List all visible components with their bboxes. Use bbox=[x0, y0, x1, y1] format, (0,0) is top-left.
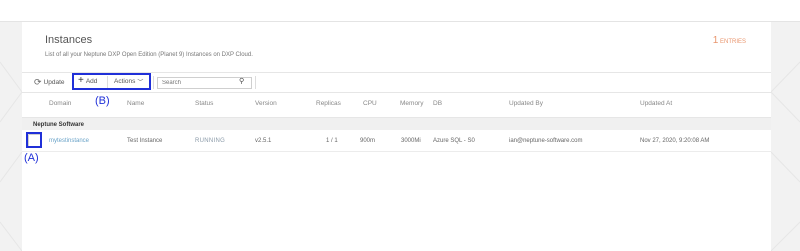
cell-updated-at: Nov 27, 2020, 9:20:08 AM bbox=[640, 138, 710, 144]
page-title: Instances bbox=[45, 34, 93, 46]
cell-updated-by: ian@neptune-software.com bbox=[509, 138, 583, 144]
cell-name: Test Instance bbox=[127, 138, 163, 144]
cell-version: v2.5.1 bbox=[255, 138, 272, 144]
instances-panel: Instances List of all your Neptune DXP O… bbox=[22, 22, 771, 251]
annotation-label-b: (B) bbox=[95, 95, 110, 107]
entries-label: ENTRIES bbox=[719, 39, 746, 45]
search-input[interactable] bbox=[157, 77, 252, 89]
cell-db: Azure SQL - S0 bbox=[433, 138, 475, 144]
column-header-version[interactable]: Version bbox=[255, 100, 277, 107]
column-header-memory[interactable]: Memory bbox=[400, 100, 423, 107]
column-header-name[interactable]: Name bbox=[127, 100, 144, 107]
search-icon[interactable]: ⚲ bbox=[239, 77, 244, 85]
column-header-db[interactable]: DB bbox=[433, 100, 442, 107]
cell-domain[interactable]: mytestinstance bbox=[49, 138, 89, 144]
column-header-status[interactable]: Status bbox=[195, 100, 213, 107]
toolbar-divider bbox=[22, 92, 771, 93]
update-button[interactable]: ⟳ Update bbox=[34, 77, 65, 88]
toolbar-separator bbox=[153, 76, 154, 89]
update-label: Update bbox=[43, 79, 65, 86]
refresh-icon: ⟳ bbox=[34, 77, 42, 87]
page-subtitle: List of all your Neptune DXP Open Editio… bbox=[45, 52, 253, 58]
cell-replicas: 1 / 1 bbox=[326, 138, 338, 144]
annotation-box-b bbox=[72, 73, 151, 90]
column-header-replicas[interactable]: Replicas bbox=[316, 100, 341, 107]
cell-cpu: 900m bbox=[360, 138, 376, 144]
entries-count: 1 bbox=[712, 35, 719, 46]
annotation-box-a bbox=[26, 132, 42, 148]
column-header-cpu[interactable]: CPU bbox=[363, 100, 377, 107]
cell-status: RUNNING bbox=[195, 138, 226, 144]
annotation-label-a: (A) bbox=[24, 152, 39, 164]
column-header-updated-by[interactable]: Updated By bbox=[509, 100, 543, 107]
top-strip bbox=[0, 0, 800, 22]
column-header-domain[interactable]: Domain bbox=[49, 100, 71, 107]
cell-memory: 3000Mi bbox=[401, 138, 421, 144]
entries-counter: 1 ENTRIES bbox=[713, 35, 746, 46]
group-label: Neptune Software bbox=[33, 122, 85, 128]
toolbar-separator bbox=[255, 76, 256, 89]
column-header-updated-at[interactable]: Updated At bbox=[640, 100, 672, 107]
